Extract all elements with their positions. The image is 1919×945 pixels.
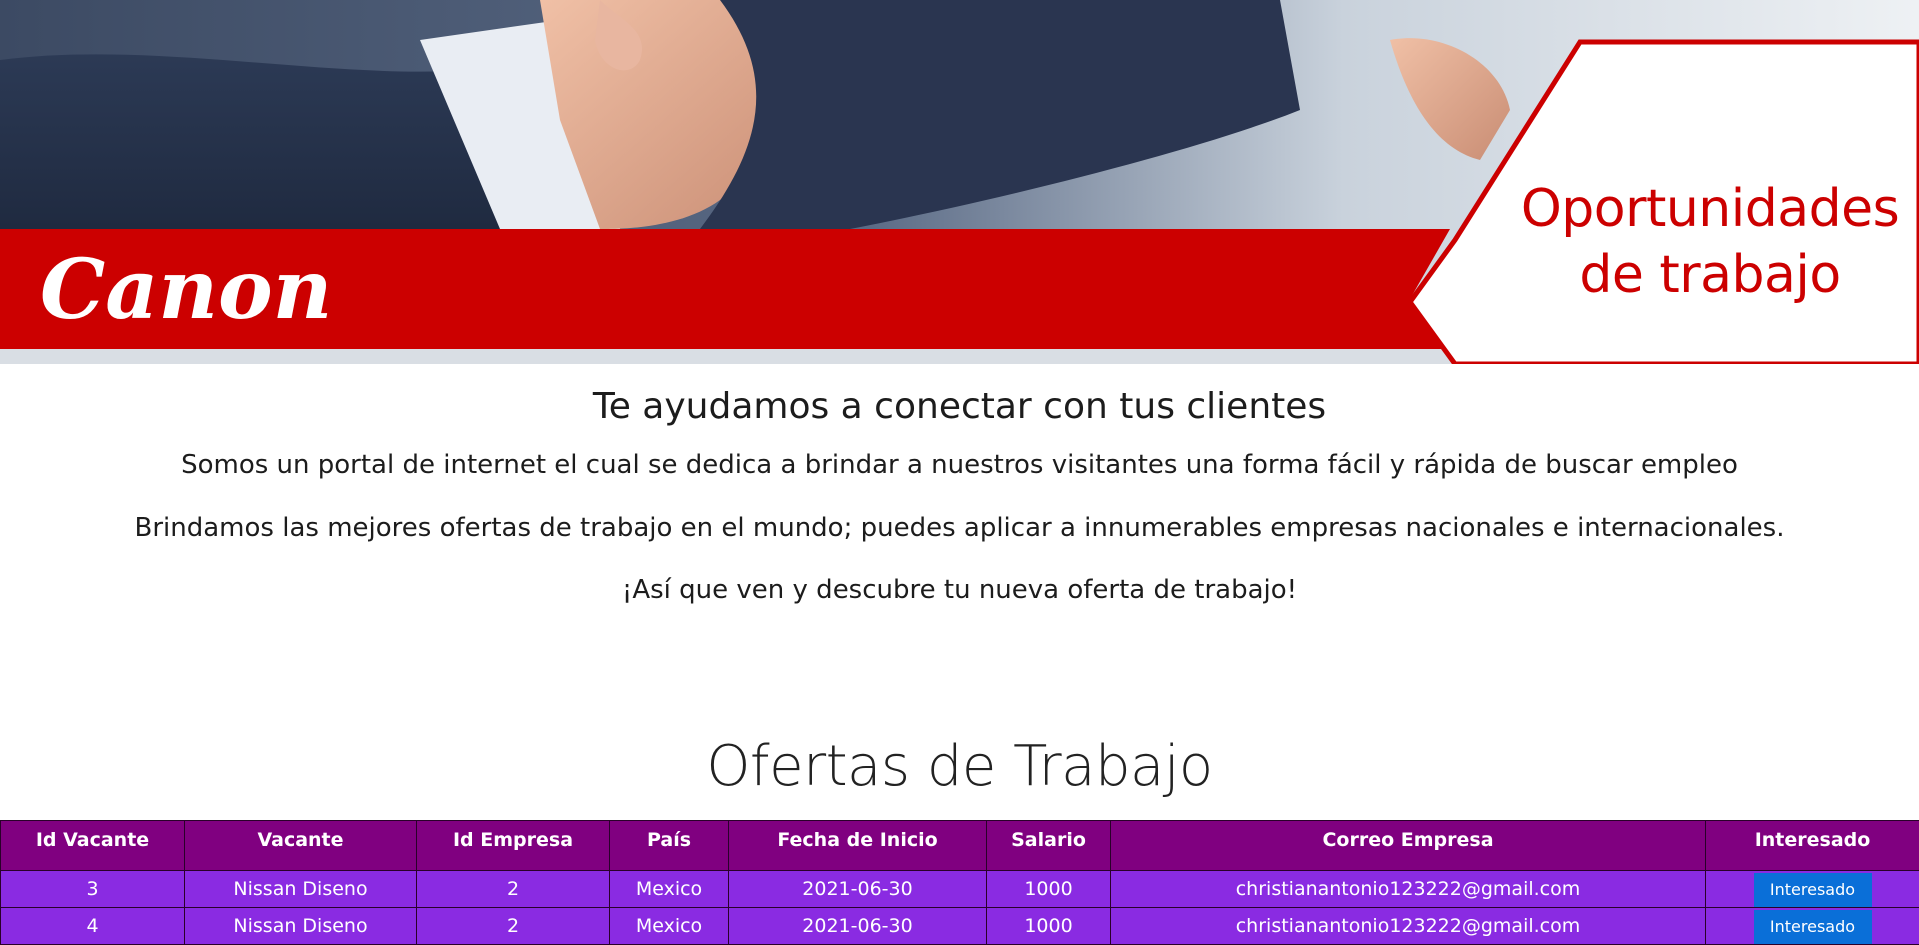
hero-banner: Canon Oportunidades de trabajo	[0, 0, 1919, 364]
col-header: País	[610, 821, 729, 871]
cell-correo: christianantonio123222@gmail.com	[1111, 871, 1706, 908]
table-row: 3 Nissan Diseno 2 Mexico 2021-06-30 1000…	[1, 871, 1919, 908]
cell-vacante: Nissan Diseno	[185, 908, 417, 945]
cell-vacante: Nissan Diseno	[185, 871, 417, 908]
cell-correo: christianantonio123222@gmail.com	[1111, 908, 1706, 945]
badge-title: Oportunidades de trabajo	[1470, 176, 1919, 308]
intro-section: Te ayudamos a conectar con tus clientes …	[0, 364, 1919, 605]
cell-id-vacante: 4	[1, 908, 185, 945]
table-header-row: Id Vacante Vacante Id Empresa País Fecha…	[1, 821, 1919, 871]
interesado-button[interactable]: Interesado	[1754, 873, 1872, 907]
cell-interesado: Interesado	[1706, 908, 1919, 945]
badge-line-1: Oportunidades	[1470, 176, 1919, 242]
cell-id-empresa: 2	[417, 908, 610, 945]
offers-title: Ofertas de Trabajo	[0, 732, 1919, 802]
intro-heading: Te ayudamos a conectar con tus clientes	[0, 364, 1919, 428]
badge-line-2: de trabajo	[1470, 242, 1919, 308]
intro-paragraph-1: Somos un portal de internet el cual se d…	[0, 450, 1919, 480]
intro-paragraph-3: ¡Así que ven y descubre tu nueva oferta …	[0, 575, 1919, 605]
cell-fecha: 2021-06-30	[729, 908, 987, 945]
cell-pais: Mexico	[610, 871, 729, 908]
col-header: Interesado	[1706, 821, 1919, 871]
cell-fecha: 2021-06-30	[729, 871, 987, 908]
offers-table: Id Vacante Vacante Id Empresa País Fecha…	[0, 820, 1919, 945]
col-header: Id Empresa	[417, 821, 610, 871]
col-header: Correo Empresa	[1111, 821, 1706, 871]
col-header: Vacante	[185, 821, 417, 871]
cell-salario: 1000	[987, 871, 1111, 908]
col-header: Fecha de Inicio	[729, 821, 987, 871]
col-header: Salario	[987, 821, 1111, 871]
cell-interesado: Interesado	[1706, 871, 1919, 908]
intro-paragraph-2: Brindamos las mejores ofertas de trabajo…	[0, 513, 1919, 543]
canon-logo: Canon	[40, 248, 380, 328]
svg-text:Canon: Canon	[40, 248, 332, 328]
cell-pais: Mexico	[610, 908, 729, 945]
cell-id-vacante: 3	[1, 871, 185, 908]
col-header: Id Vacante	[1, 821, 185, 871]
interesado-button[interactable]: Interesado	[1754, 910, 1872, 944]
table-row: 4 Nissan Diseno 2 Mexico 2021-06-30 1000…	[1, 908, 1919, 945]
cell-salario: 1000	[987, 908, 1111, 945]
cell-id-empresa: 2	[417, 871, 610, 908]
